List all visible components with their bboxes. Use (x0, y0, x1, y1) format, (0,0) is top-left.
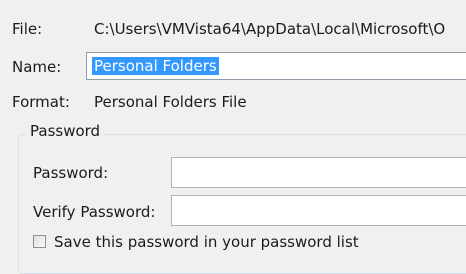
verify-password-input[interactable] (171, 195, 466, 226)
format-value: Personal Folders File (94, 93, 247, 111)
name-label: Name: (12, 58, 62, 76)
password-dialog: { "file": { "label": "File:", "value": "… (0, 0, 466, 274)
file-path-value: C:\Users\VMVista64\AppData\Local\Microso… (94, 20, 446, 38)
password-input[interactable] (171, 157, 466, 188)
save-password-checkbox-label[interactable]: Save this password in your password list (54, 233, 359, 251)
password-group-title: Password (26, 122, 105, 140)
verify-password-label: Verify Password: (33, 203, 156, 221)
file-label: File: (12, 20, 43, 38)
name-input-selected-text: Personal Folders (92, 57, 219, 75)
save-password-checkbox[interactable] (33, 235, 46, 248)
format-label: Format: (12, 93, 70, 111)
name-input[interactable]: Personal Folders (86, 52, 466, 80)
password-label: Password: (33, 164, 109, 182)
